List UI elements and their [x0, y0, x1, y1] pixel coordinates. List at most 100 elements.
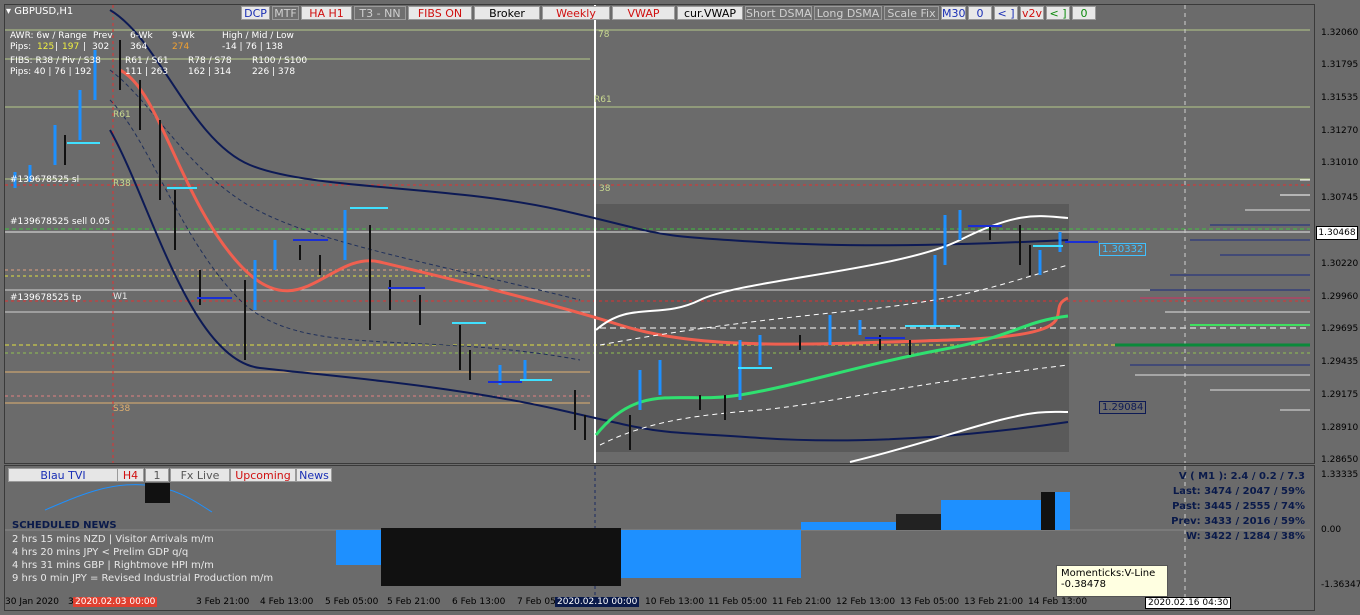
val-6wk: 364	[130, 42, 148, 52]
lower-price-tag: 1.29084	[1099, 401, 1147, 414]
fibs-v3: 226 | 378	[252, 67, 296, 77]
level-w1: W1	[113, 292, 128, 302]
fibs-cols3: R100 / S100	[252, 56, 308, 66]
toolbar-button-v2v[interactable]: v2v	[1020, 6, 1044, 20]
tooltip-title: Momenticks:V-Line	[1061, 568, 1156, 579]
price-tick: 1.29695	[1321, 324, 1359, 334]
pips-label: Pips:	[10, 42, 32, 52]
toolbar-button-dcp[interactable]: DCP	[241, 6, 270, 20]
toolbar-button-fibs-on[interactable]: FIBS ON	[408, 6, 472, 20]
stat-volume: V ( M1 ): 2.4 / 0.2 / 7.3	[1178, 471, 1305, 482]
toolbar-button-mtf[interactable]: MTF	[272, 6, 299, 20]
price-tick: 1.30745	[1321, 193, 1359, 203]
date-tick: 5 Feb 05:00	[325, 597, 379, 607]
current-price-tag: 1.30332	[1099, 243, 1147, 256]
sub-axis-zero: 0.00	[1321, 525, 1342, 535]
date-tick: 7 Feb 05	[517, 597, 556, 607]
price-tick: 1.30220	[1321, 259, 1359, 269]
stat-past: Past: 3445 / 2555 / 74%	[1172, 501, 1305, 512]
sub-button-1[interactable]: 1	[145, 468, 169, 482]
toolbar-button-0[interactable]: 0	[968, 6, 992, 20]
price-tick: 1.29175	[1321, 390, 1359, 400]
val-hml: -14 | 76 | 138	[222, 42, 283, 52]
date-tick: 30 Jan 2020	[5, 597, 59, 607]
toolbar-button-[interactable]: < ]	[1046, 6, 1070, 20]
price-chart-svg	[5, 5, 1310, 610]
toolbar-button-[interactable]: < ]	[994, 6, 1018, 20]
toolbar-button-short-dsma[interactable]: Short DSMA	[745, 6, 812, 20]
price-tick: 1.31795	[1321, 60, 1359, 70]
date-tick: 14 Feb 13:00	[1028, 597, 1088, 607]
level-s38: S38	[113, 404, 131, 414]
sub-button-fx-live[interactable]: Fx Live	[170, 468, 230, 482]
date-tag-right: 2020.02.16 04:30	[1145, 597, 1232, 609]
awr-label: AWR: 6w / Range	[10, 31, 87, 41]
axis-current-price: 1.30468	[1316, 226, 1358, 240]
toolbar-button-long-dsma[interactable]: Long DSMA	[814, 6, 882, 20]
symbol-title: ▾ GBPUSD,H1	[6, 6, 73, 17]
news-item-3[interactable]: 4 hrs 31 mins GBP | Rightmove HPI m/m	[12, 560, 214, 571]
date-tick: 3 Feb 21:00	[196, 597, 250, 607]
toolbar-button-0[interactable]: 0	[1072, 6, 1096, 20]
menu-triangle-icon[interactable]: ▾	[6, 6, 11, 17]
date-tick: 13 Feb 05:00	[900, 597, 960, 607]
news-item-4[interactable]: 9 hrs 0 min JPY = Revised Industrial Pro…	[12, 573, 273, 584]
sub-button-upcoming[interactable]: Upcoming	[230, 468, 296, 482]
date-tick: 6 Feb 13:00	[452, 597, 506, 607]
fibs-v2: 162 | 314	[188, 67, 232, 77]
toolbar-button-m30[interactable]: M30	[941, 6, 966, 20]
level-r38-left: R38	[113, 179, 131, 189]
level-78: 78	[598, 30, 610, 40]
news-item-1[interactable]: 2 hrs 15 mins NZD | Visitor Arrivals m/m	[12, 534, 214, 545]
toolbar-button-weekly[interactable]: Weekly	[542, 6, 610, 20]
stat-last: Last: 3474 / 2047 / 59%	[1172, 486, 1305, 497]
col-9wk: 9-Wk	[172, 31, 195, 41]
volume-profile	[1115, 179, 1310, 411]
toolbar-button-broker[interactable]: Broker	[474, 6, 540, 20]
fibs-cols2: R78 / S78	[188, 56, 232, 66]
toolbar-button-ha-h1[interactable]: HA H1	[301, 6, 352, 20]
awr-prev: Prev	[93, 31, 113, 41]
toolbar-button-cur-vwap[interactable]: cur.VWAP	[677, 6, 743, 20]
order-tp-label[interactable]: #139678525 tp	[10, 293, 81, 303]
price-tick: 1.31010	[1321, 158, 1359, 168]
sub-axis-bottom: -1.36347	[1321, 580, 1360, 590]
order-sell-label[interactable]: #139678525 sell 0.05	[10, 217, 110, 227]
stat-prev: Prev: 3433 / 2016 / 59%	[1171, 516, 1305, 527]
price-tick: 1.31535	[1321, 93, 1359, 103]
sub-button-news[interactable]: News	[296, 468, 332, 482]
date-tag-mid: 2020.02.10 00:00	[555, 597, 640, 607]
price-tick: 1.28650	[1321, 455, 1359, 465]
toolbar-button-t3-nn[interactable]: T3 - NN	[354, 6, 406, 20]
sub-button-h4[interactable]: H4	[117, 468, 144, 482]
date-tick: 10 Feb 13:00	[645, 597, 705, 607]
news-item-2[interactable]: 4 hrs 20 mins JPY < Prelim GDP q/q	[12, 547, 188, 558]
tooltip: Momenticks:V-Line -0.38478	[1056, 565, 1168, 597]
date-tick: 13 Feb 21:00	[964, 597, 1024, 607]
col-hml: High / Mid / Low	[222, 31, 294, 41]
fibs-pips-values: 40 | 76 | 192	[34, 67, 92, 77]
col-6wk: 6-Wk	[130, 31, 153, 41]
price-tick: 1.31270	[1321, 126, 1359, 136]
fibs-label: FIBS: R38 / Piv / S38	[10, 56, 101, 66]
news-title: SCHEDULED NEWS	[12, 520, 117, 531]
toolbar-button-vwap[interactable]: VWAP	[612, 6, 675, 20]
date-tick: 4 Feb 13:00	[260, 597, 314, 607]
tooltip-value: -0.38478	[1061, 579, 1106, 590]
awr-sep-1: |	[55, 42, 59, 52]
date-tick: 11 Feb 21:00	[772, 597, 832, 607]
date-tick: 5 Feb 21:00	[387, 597, 441, 607]
val-9wk: 274	[172, 42, 190, 52]
order-sl-label[interactable]: #139678525 sl	[10, 175, 79, 185]
price-tick: 1.28910	[1321, 423, 1359, 433]
awr-val-2: 197	[62, 42, 80, 52]
sub-button-blau-tvi[interactable]: Blau TVI	[8, 468, 118, 482]
date-tick: 11 Feb 05:00	[708, 597, 768, 607]
fibs-pips-label: Pips:	[10, 67, 32, 77]
level-38-right: 38	[599, 184, 611, 194]
price-tick: 1.29960	[1321, 292, 1359, 302]
awr-sep-2: |	[83, 42, 87, 52]
sub-axis-top: 1.33335	[1321, 470, 1359, 480]
price-tick: 1.29435	[1321, 357, 1359, 367]
toolbar-button-scale-fix[interactable]: Scale Fix	[884, 6, 939, 20]
